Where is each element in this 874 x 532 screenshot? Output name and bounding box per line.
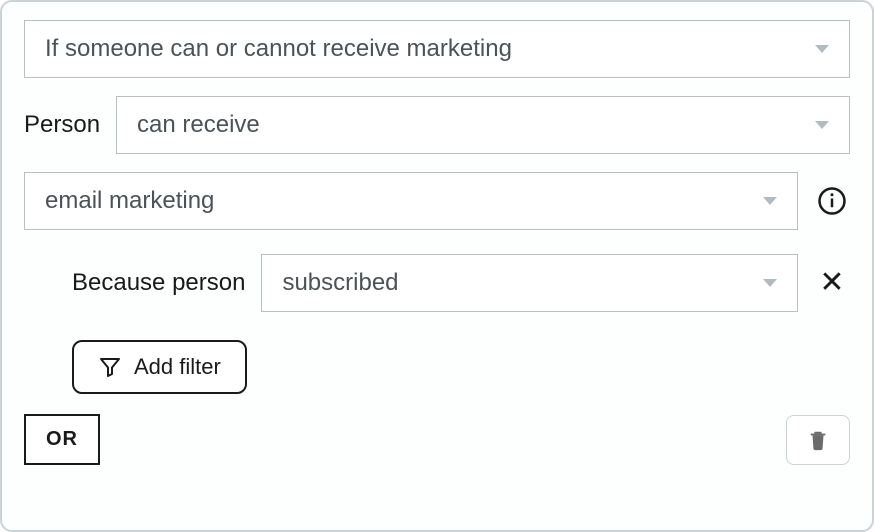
person-can-value: can receive xyxy=(137,111,260,139)
condition-type-value: If someone can or cannot receive marketi… xyxy=(45,35,512,63)
person-can-select[interactable]: can receive xyxy=(116,96,850,154)
delete-condition-button[interactable] xyxy=(786,415,850,465)
funnel-icon xyxy=(98,355,122,379)
person-row: Person can receive xyxy=(24,96,850,154)
chevron-down-icon xyxy=(815,121,829,129)
reason-value: subscribed xyxy=(282,269,398,297)
or-label: OR xyxy=(46,428,78,450)
reason-row: Because person subscribed ✕ xyxy=(24,254,850,312)
channel-row: email marketing xyxy=(24,172,850,230)
condition-type-row: If someone can or cannot receive marketi… xyxy=(24,20,850,78)
add-filter-button[interactable]: Add filter xyxy=(72,340,247,394)
info-icon[interactable] xyxy=(814,186,850,216)
chevron-down-icon xyxy=(763,279,777,287)
filter-condition-panel: If someone can or cannot receive marketi… xyxy=(0,0,874,532)
close-icon: ✕ xyxy=(819,268,844,298)
add-filter-row: Add filter xyxy=(24,340,850,394)
channel-value: email marketing xyxy=(45,187,214,215)
remove-reason-button[interactable]: ✕ xyxy=(814,268,850,298)
channel-select[interactable]: email marketing xyxy=(24,172,798,230)
panel-footer: OR xyxy=(24,414,850,465)
condition-type-select[interactable]: If someone can or cannot receive marketi… xyxy=(24,20,850,78)
or-button[interactable]: OR xyxy=(24,414,100,465)
chevron-down-icon xyxy=(815,45,829,53)
chevron-down-icon xyxy=(763,197,777,205)
person-label: Person xyxy=(24,111,100,139)
add-filter-label: Add filter xyxy=(134,354,221,380)
reason-label: Because person xyxy=(72,269,245,297)
reason-select[interactable]: subscribed xyxy=(261,254,798,312)
trash-icon xyxy=(807,428,829,452)
